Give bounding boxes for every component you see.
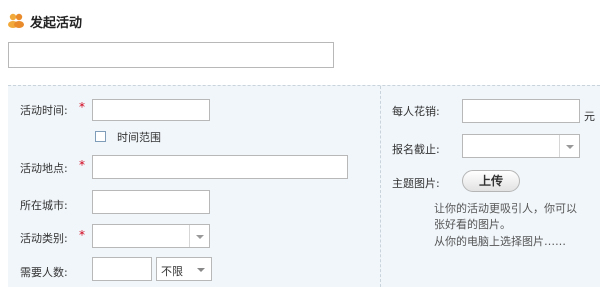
upload-hint-line1: 让你的活动更吸引人，你可以 xyxy=(434,202,577,215)
cost-unit: 元 xyxy=(584,110,595,123)
upload-hint-line3: 从你的电脑上选择图片‥‥‥ xyxy=(434,235,567,248)
required-mark: * xyxy=(79,228,85,242)
time-range-checkbox[interactable] xyxy=(95,131,106,142)
activity-title-input[interactable] xyxy=(8,42,334,68)
people-icon xyxy=(8,13,24,28)
location-input[interactable] xyxy=(92,155,348,179)
upload-button[interactable]: 上传 xyxy=(462,170,520,192)
page-title: 发起活动 xyxy=(30,16,83,31)
time-input[interactable] xyxy=(92,99,210,121)
location-label: 活动地点: xyxy=(20,162,68,175)
category-select[interactable] xyxy=(92,224,210,248)
required-mark: * xyxy=(79,100,85,114)
column-divider xyxy=(380,86,381,287)
chevron-down-icon xyxy=(559,135,579,157)
people-limit-select[interactable]: 不限 xyxy=(156,257,212,281)
city-input[interactable] xyxy=(92,190,210,214)
deadline-label: 报名截止: xyxy=(392,143,440,156)
category-label: 活动类别: xyxy=(20,232,68,245)
people-limit-value: 不限 xyxy=(161,265,183,278)
upload-hint-line2: 张好看的图片。 xyxy=(434,218,511,231)
time-label: 活动时间: xyxy=(20,104,68,117)
city-label: 所在城市: xyxy=(20,199,68,212)
cost-label: 每人花销: xyxy=(392,105,440,118)
time-range-label: 时间范围 xyxy=(117,131,161,144)
people-count-input[interactable] xyxy=(92,257,152,281)
deadline-select[interactable] xyxy=(462,134,580,158)
people-label: 需要人数: xyxy=(20,266,68,279)
chevron-down-icon xyxy=(197,268,205,272)
image-label: 主题图片: xyxy=(392,177,440,190)
chevron-down-icon xyxy=(189,225,209,247)
required-mark: * xyxy=(79,158,85,172)
cost-input[interactable] xyxy=(462,99,580,123)
